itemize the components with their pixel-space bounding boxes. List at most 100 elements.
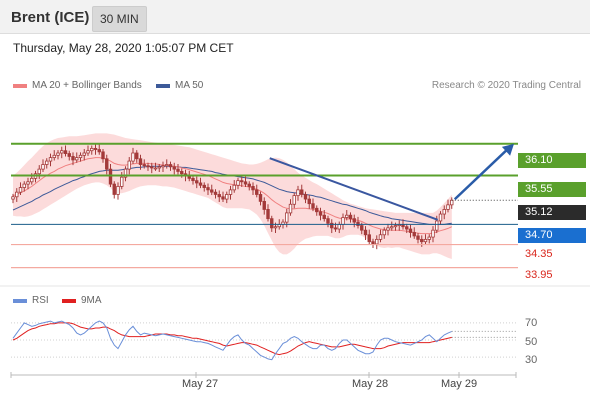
candle-down: [93, 147, 98, 150]
candle-up: [341, 217, 345, 225]
candle-down: [191, 177, 195, 182]
candle-up: [116, 186, 120, 195]
x-label-may29: May 29: [441, 378, 478, 390]
candle-down: [360, 225, 364, 231]
candle-down: [146, 165, 150, 168]
candle-up: [423, 238, 428, 243]
candle-down: [412, 232, 416, 237]
candle-up: [120, 176, 124, 187]
candle-up: [386, 227, 390, 231]
candle-up: [165, 164, 169, 167]
candle-up: [157, 166, 161, 169]
candle-up: [37, 168, 41, 175]
price-tag-36-10: 36.10: [518, 153, 586, 168]
legend-rsi: RSI: [13, 295, 49, 306]
candle-up: [41, 164, 45, 170]
candle-down: [266, 209, 270, 220]
candle-down: [101, 151, 105, 160]
rsi-swatch-icon: [13, 298, 27, 303]
candle-up: [375, 238, 379, 245]
candle-up: [450, 199, 454, 206]
research-credit: Research © 2020 Trading Central: [431, 80, 581, 91]
candle-up: [378, 234, 383, 240]
candle-down: [326, 218, 330, 224]
candle-up: [435, 220, 439, 231]
candle-down: [315, 207, 319, 213]
candle-down: [217, 194, 221, 198]
candle-down: [71, 156, 75, 161]
candle-down: [255, 189, 259, 195]
candle-up: [232, 184, 236, 191]
candle-down: [67, 153, 71, 157]
candle-up: [52, 154, 56, 159]
ma9-swatch-icon: [62, 298, 76, 303]
candle-down: [251, 186, 255, 191]
price-tag-34-70: 34.70: [518, 228, 586, 243]
candle-up: [60, 150, 64, 154]
candle-up: [390, 226, 394, 229]
candle-up: [48, 157, 53, 162]
candle-up: [18, 187, 23, 193]
candle-up: [442, 209, 446, 215]
candle-down: [210, 189, 214, 193]
price-chart: [0, 133, 590, 378]
candle-down: [300, 189, 304, 195]
candle-up: [345, 214, 349, 218]
candle-up: [236, 180, 240, 186]
candle-down: [270, 218, 274, 229]
projection-arrow: [453, 147, 509, 201]
candle-down: [311, 203, 315, 209]
candle-down: [213, 191, 218, 195]
x-label-may27: May 27: [182, 378, 219, 390]
candle-down: [303, 194, 308, 200]
candle-up: [56, 152, 60, 156]
candle-down: [420, 238, 424, 243]
candle-up: [228, 189, 233, 195]
legend-ma50-label: MA 50: [175, 80, 204, 91]
candle-down: [307, 198, 311, 205]
candle-down: [172, 166, 176, 170]
candle-up: [75, 157, 79, 161]
candle-down: [206, 187, 210, 191]
rsi-level-70: 70: [525, 317, 538, 329]
candle-up: [337, 224, 341, 230]
candle-up: [431, 229, 435, 238]
candle-up: [288, 203, 293, 214]
price-tag-35-55: 35.55: [518, 182, 586, 197]
candle-down: [168, 164, 173, 168]
price-label-34-35: 34.35: [525, 248, 553, 260]
candle-down: [352, 218, 356, 223]
candle-up: [26, 181, 30, 185]
candle-up: [90, 147, 94, 152]
price-label-33-95: 33.95: [525, 269, 553, 281]
legend-ma50: MA 50: [156, 80, 203, 91]
candle-up: [296, 189, 300, 197]
candle-down: [348, 214, 353, 220]
legend-9ma-label: 9MA: [81, 295, 102, 306]
candle-up: [11, 196, 15, 200]
candle-up: [131, 152, 135, 162]
candle-up: [22, 183, 26, 188]
candle-up: [292, 195, 296, 205]
candle-down: [176, 168, 180, 172]
candle-up: [285, 212, 289, 223]
candle-up: [161, 165, 165, 168]
candle-down: [247, 183, 251, 187]
candle-down: [105, 158, 109, 170]
candle-down: [363, 229, 368, 236]
legend-rsi-label: RSI: [32, 295, 49, 306]
candle-down: [221, 196, 225, 200]
candle-down: [180, 171, 184, 175]
candle-down: [408, 228, 413, 233]
candle-up: [446, 204, 450, 210]
candle-down: [240, 180, 244, 183]
candle-down: [112, 183, 116, 195]
candle-down: [262, 200, 266, 210]
candle-up: [127, 160, 131, 170]
candle-down: [416, 235, 420, 240]
x-label-may28: May 28: [352, 378, 389, 390]
candle-down: [405, 226, 409, 230]
ma20-swatch-icon: [13, 83, 27, 88]
candle-down: [108, 168, 113, 185]
candle-up: [15, 191, 19, 198]
